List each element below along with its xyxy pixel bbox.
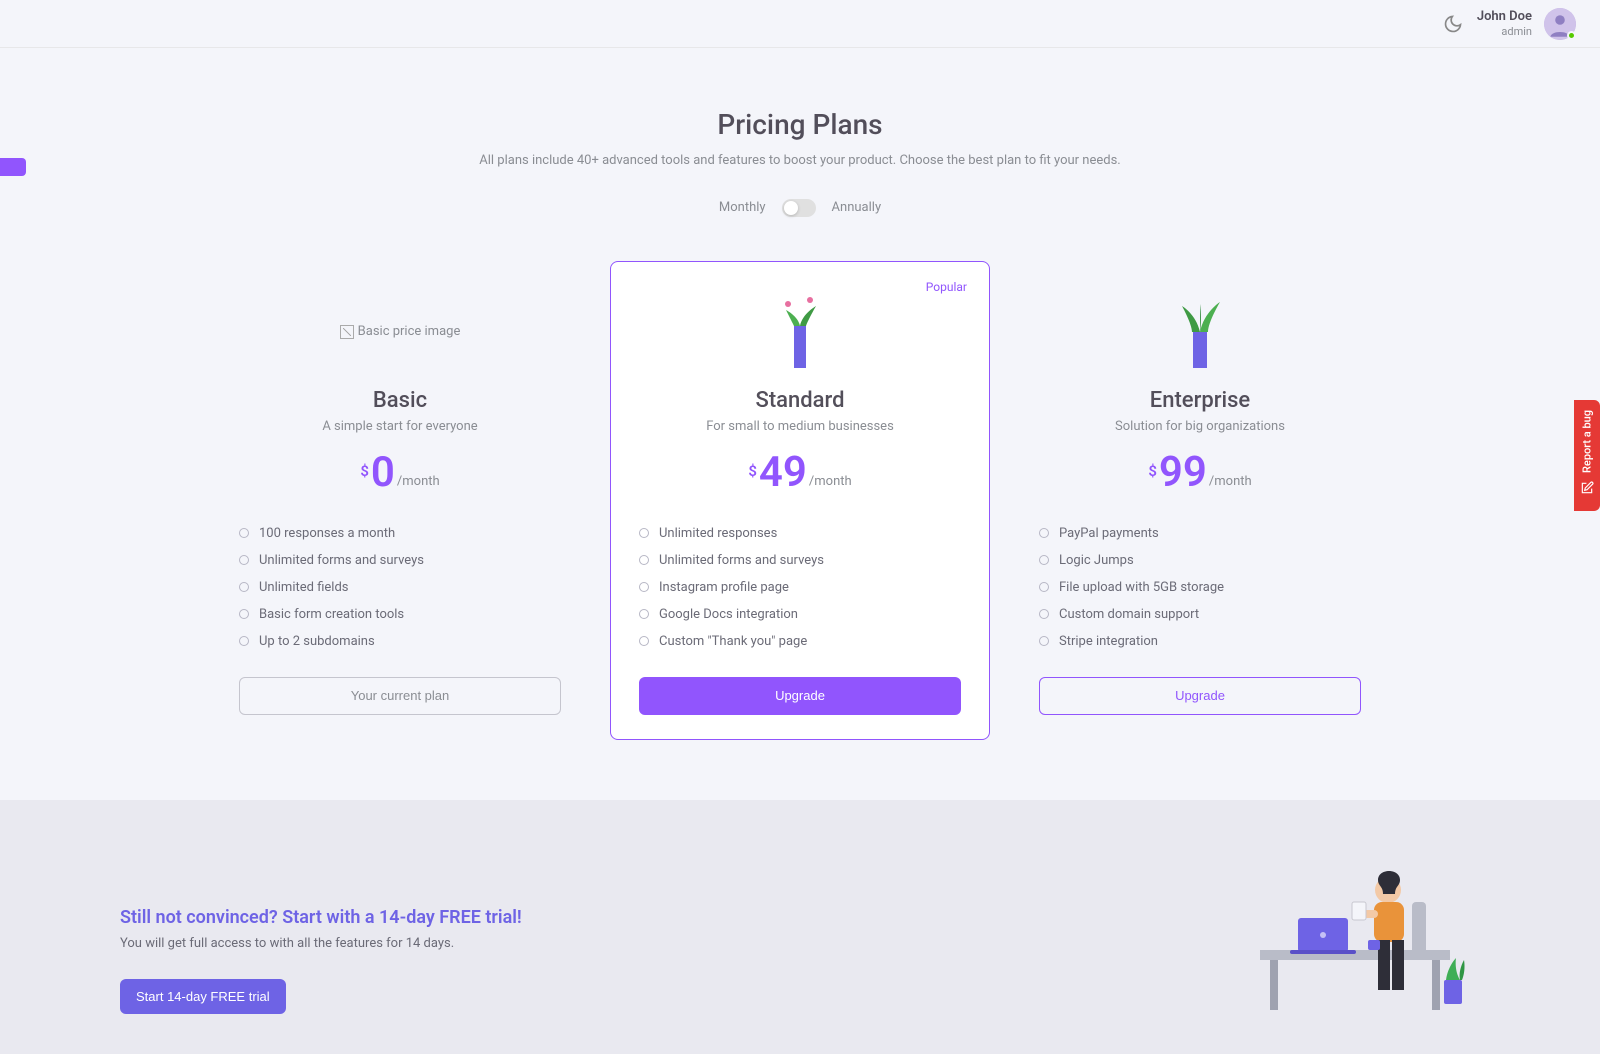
theme-toggle[interactable] xyxy=(1443,14,1463,34)
page-title: Pricing Plans xyxy=(40,108,1560,141)
price-amount: 49 xyxy=(759,452,807,494)
price-amount: 0 xyxy=(371,452,395,494)
feature-list: PayPal payments Logic Jumps File upload … xyxy=(1039,520,1361,655)
page-subtitle: All plans include 40+ advanced tools and… xyxy=(40,153,1560,168)
plan-description: Solution for big organizations xyxy=(1039,419,1361,434)
trial-banner: Still not convinced? Start with a 14-day… xyxy=(0,800,1600,1054)
avatar[interactable] xyxy=(1544,8,1576,40)
plan-image-plant-icon xyxy=(1039,292,1361,372)
user-name: John Doe xyxy=(1477,9,1532,25)
trial-subtitle: You will get full access to with all the… xyxy=(120,936,522,951)
bullet-icon xyxy=(639,555,649,565)
plan-action-button[interactable]: Upgrade xyxy=(639,677,961,715)
plan-card-enterprise: Enterprise Solution for big organization… xyxy=(1010,261,1390,740)
price-amount: 99 xyxy=(1159,452,1207,494)
price-period: /month xyxy=(397,474,440,489)
plan-description: For small to medium businesses xyxy=(639,419,961,434)
plan-image-plant-icon xyxy=(639,292,961,372)
popular-badge: Popular xyxy=(926,280,967,294)
currency-symbol: $ xyxy=(360,462,369,480)
bullet-icon xyxy=(239,555,249,565)
feature-item: Up to 2 subdomains xyxy=(239,628,561,655)
bullet-icon xyxy=(239,582,249,592)
plan-description: A simple start for everyone xyxy=(239,419,561,434)
monthly-label: Monthly xyxy=(719,200,766,215)
plan-card-standard: Popular Standard For small to medium bus… xyxy=(610,261,990,740)
feature-item: Google Docs integration xyxy=(639,601,961,628)
report-bug-tab[interactable]: Report a bug xyxy=(1574,400,1600,511)
bullet-icon xyxy=(639,636,649,646)
plan-action-button[interactable]: Upgrade xyxy=(1039,677,1361,715)
feature-list: 100 responses a month Unlimited forms an… xyxy=(239,520,561,655)
bullet-icon xyxy=(1039,528,1049,538)
switch-knob xyxy=(784,201,798,215)
feature-list: Unlimited responses Unlimited forms and … xyxy=(639,520,961,655)
bullet-icon xyxy=(239,609,249,619)
plan-price: $ 0 /month xyxy=(239,452,561,494)
price-period: /month xyxy=(809,474,852,489)
feature-item: Custom "Thank you" page xyxy=(639,628,961,655)
feature-item: Stripe integration xyxy=(1039,628,1361,655)
feature-item: Basic form creation tools xyxy=(239,601,561,628)
feature-item: Unlimited responses xyxy=(639,520,961,547)
bullet-icon xyxy=(239,636,249,646)
status-online-icon xyxy=(1567,31,1576,40)
plan-name: Basic xyxy=(239,388,561,413)
plan-image-broken: Basic price image xyxy=(239,292,561,372)
billing-period-toggle: Monthly Annually xyxy=(719,199,881,217)
report-bug-label: Report a bug xyxy=(1581,410,1594,473)
feature-item: 100 responses a month xyxy=(239,520,561,547)
feature-item: Unlimited forms and surveys xyxy=(239,547,561,574)
start-trial-button[interactable]: Start 14-day FREE trial xyxy=(120,979,286,1014)
period-switch[interactable] xyxy=(782,199,816,217)
bullet-icon xyxy=(1039,555,1049,565)
plan-name: Enterprise xyxy=(1039,388,1361,413)
feature-item: File upload with 5GB storage xyxy=(1039,574,1361,601)
user-menu[interactable]: John Doe admin xyxy=(1477,8,1576,40)
plans-grid: Basic price image Basic A simple start f… xyxy=(40,261,1560,740)
moon-icon xyxy=(1443,14,1463,34)
bullet-icon xyxy=(1039,636,1049,646)
trial-title: Still not convinced? Start with a 14-day… xyxy=(120,907,522,928)
buy-now-tab[interactable] xyxy=(0,158,26,176)
plan-card-basic: Basic price image Basic A simple start f… xyxy=(210,261,590,740)
bullet-icon xyxy=(639,528,649,538)
plan-price: $ 99 /month xyxy=(1039,452,1361,494)
user-role: admin xyxy=(1477,25,1532,38)
plan-price: $ 49 /month xyxy=(639,452,961,494)
annually-label: Annually xyxy=(832,200,882,215)
currency-symbol: $ xyxy=(1148,462,1157,480)
currency-symbol: $ xyxy=(748,462,757,480)
bullet-icon xyxy=(1039,609,1049,619)
bullet-icon xyxy=(639,609,649,619)
feature-item: Instagram profile page xyxy=(639,574,961,601)
feature-item: Custom domain support xyxy=(1039,601,1361,628)
edit-icon xyxy=(1580,481,1594,495)
feature-item: Unlimited fields xyxy=(239,574,561,601)
feature-item: PayPal payments xyxy=(1039,520,1361,547)
bullet-icon xyxy=(1039,582,1049,592)
feature-item: Unlimited forms and surveys xyxy=(639,547,961,574)
navbar: John Doe admin xyxy=(0,0,1600,48)
bullet-icon xyxy=(639,582,649,592)
trial-illustration xyxy=(1240,840,1480,1014)
bullet-icon xyxy=(239,528,249,538)
plan-action-button[interactable]: Your current plan xyxy=(239,677,561,715)
plan-name: Standard xyxy=(639,388,961,413)
feature-item: Logic Jumps xyxy=(1039,547,1361,574)
price-period: /month xyxy=(1209,474,1252,489)
